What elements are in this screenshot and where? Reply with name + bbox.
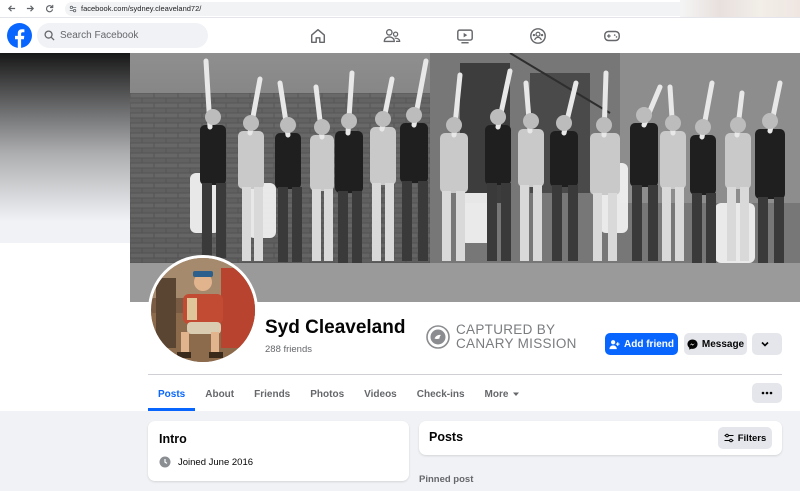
forward-icon[interactable] xyxy=(22,1,38,17)
add-friend-icon xyxy=(609,339,620,349)
friends-count[interactable]: 288 friends xyxy=(265,344,312,355)
gaming-icon[interactable] xyxy=(603,27,621,45)
joined-date: Joined June 2016 xyxy=(178,456,254,468)
tab-more-label: More xyxy=(484,388,509,400)
tab-videos[interactable]: Videos xyxy=(354,379,407,409)
watermark: CAPTURED BY CANARY MISSION xyxy=(426,323,577,351)
friends-icon[interactable] xyxy=(383,27,401,45)
reload-icon[interactable] xyxy=(41,1,57,17)
cover-edge-fade xyxy=(0,53,130,411)
watch-icon[interactable] xyxy=(456,27,474,45)
intro-title: Intro xyxy=(159,432,187,446)
tab-friends[interactable]: Friends xyxy=(244,379,300,409)
tab-posts[interactable]: Posts xyxy=(148,379,196,411)
groups-icon[interactable] xyxy=(529,27,547,45)
profile-divider xyxy=(148,374,782,375)
avatar[interactable] xyxy=(151,258,255,362)
chevron-down-icon xyxy=(761,341,769,347)
tab-check-ins[interactable]: Check-ins xyxy=(407,379,475,409)
search-placeholder: Search Facebook xyxy=(60,30,139,41)
caret-down-icon xyxy=(513,392,520,396)
tab-about[interactable]: About xyxy=(195,379,244,409)
posts-header-card: Posts Filters xyxy=(419,421,782,455)
profile-options-button[interactable] xyxy=(752,333,782,355)
profile-tabs: Posts About Friends Photos Videos Check-… xyxy=(148,379,531,411)
filters-button[interactable]: Filters xyxy=(718,427,772,449)
message-button[interactable]: Message xyxy=(684,333,747,355)
joined-row: Joined June 2016 xyxy=(159,456,253,468)
search-icon xyxy=(44,30,55,41)
watermark-line-1: CAPTURED BY xyxy=(456,322,556,337)
browser-extension-area xyxy=(680,0,800,17)
tabs-overflow-button[interactable] xyxy=(752,383,782,403)
search-input[interactable]: Search Facebook xyxy=(37,23,208,48)
back-icon[interactable] xyxy=(3,1,19,17)
site-info-icon[interactable] xyxy=(69,5,77,13)
url-text: facebook.com/sydney.cleaveland72/ xyxy=(81,4,202,13)
tab-more[interactable]: More xyxy=(475,379,531,409)
clock-icon xyxy=(159,456,171,468)
intro-card: Intro Joined June 2016 xyxy=(148,421,409,481)
top-navigation: Search Facebook xyxy=(0,18,800,53)
facebook-logo-icon[interactable] xyxy=(7,23,32,48)
posts-title: Posts xyxy=(429,430,464,444)
tab-photos[interactable]: Photos xyxy=(300,379,354,409)
filters-icon xyxy=(724,433,734,443)
canary-mission-logo-icon xyxy=(426,325,450,349)
address-bar[interactable]: facebook.com/sydney.cleaveland72/ xyxy=(65,1,685,16)
pinned-post-label: Pinned post xyxy=(419,474,474,485)
filters-label: Filters xyxy=(737,432,767,444)
profile-name: Syd Cleaveland xyxy=(265,317,406,338)
add-friend-label: Add friend xyxy=(624,338,674,350)
messenger-icon xyxy=(687,338,698,350)
add-friend-button[interactable]: Add friend xyxy=(605,333,678,355)
watermark-line-2: CANARY MISSION xyxy=(456,336,577,351)
home-icon[interactable] xyxy=(309,27,327,45)
browser-bar: facebook.com/sydney.cleaveland72/ xyxy=(0,0,800,18)
more-dots-icon xyxy=(761,391,773,395)
message-label: Message xyxy=(701,338,745,350)
